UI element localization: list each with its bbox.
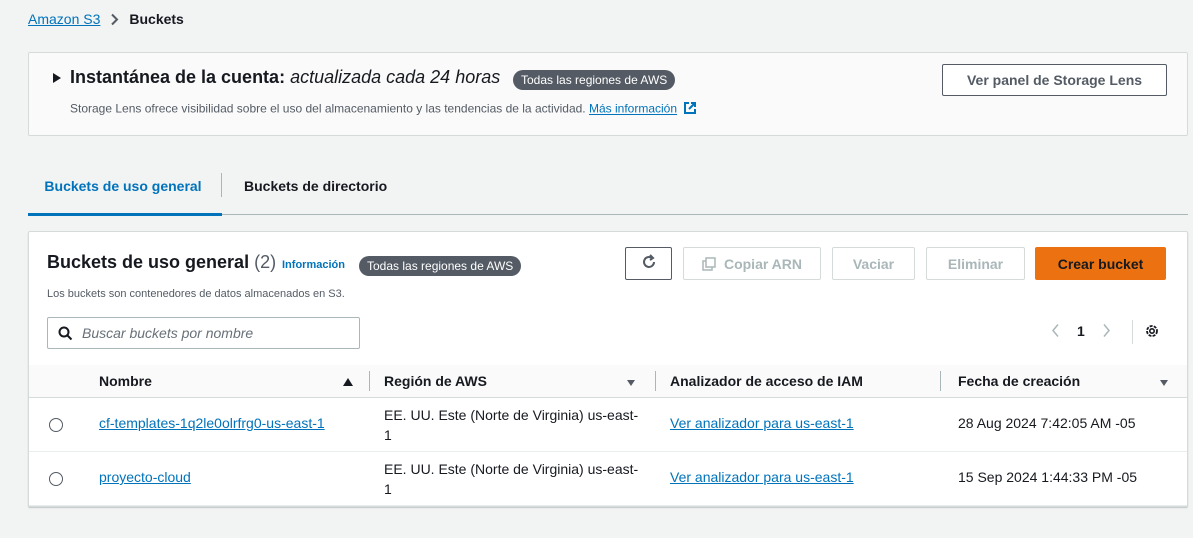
column-divider [940, 371, 941, 391]
bucket-region: EE. UU. Este (Norte de Virginia) us-east… [384, 407, 639, 443]
expand-caret-icon[interactable] [53, 73, 61, 83]
copy-arn-button[interactable]: Copiar ARN [683, 247, 821, 280]
panel-title-text: Buckets de uso general [47, 252, 250, 272]
snapshot-update-frequency: actualizada cada 24 horas [290, 67, 501, 87]
copy-arn-label: Copiar ARN [723, 255, 803, 272]
bucket-type-tabs: Buckets de uso general Buckets de direct… [28, 170, 1188, 216]
breadcrumb-current: Buckets [129, 11, 184, 27]
row-select-radio[interactable] [49, 418, 63, 432]
bucket-name-link[interactable]: cf-templates-1q2le0olrfrg0-us-east-1 [99, 415, 325, 431]
account-snapshot-panel: Instantánea de la cuenta: actualizada ca… [28, 52, 1188, 136]
column-divider [369, 371, 370, 391]
sort-descending-icon[interactable] [1160, 380, 1168, 386]
tab-directory-buckets[interactable]: Buckets de directorio [244, 170, 387, 214]
iam-analyzer-link[interactable]: Ver analizador para us-east-1 [670, 415, 854, 431]
external-link-icon [683, 101, 697, 118]
panel-description: Los buckets son contenedores de datos al… [47, 288, 345, 300]
tab-general-purpose-buckets[interactable]: Buckets de uso general [28, 170, 222, 216]
table-header: Nombre Región de AWS Analizador de acces… [29, 365, 1187, 398]
column-header-region[interactable]: Región de AWS [384, 373, 487, 389]
tab-divider [221, 173, 222, 197]
panel-all-regions-badge: Todas las regiones de AWS [359, 256, 522, 276]
column-header-name[interactable]: Nombre [99, 373, 152, 389]
sort-ascending-icon[interactable] [343, 378, 353, 386]
buckets-panel: Buckets de uso general (2) Información T… [28, 231, 1188, 507]
column-divider [655, 371, 656, 391]
snapshot-title-text: Instantánea de la cuenta: [70, 67, 286, 87]
row-select-radio[interactable] [49, 472, 63, 486]
iam-analyzer-link[interactable]: Ver analizador para us-east-1 [670, 469, 854, 485]
create-bucket-button[interactable]: Crear bucket [1035, 247, 1166, 280]
pager-divider [1132, 320, 1133, 344]
info-link[interactable]: Información [282, 259, 345, 271]
column-header-iam-analyzer[interactable]: Analizador de acceso de IAM [670, 373, 863, 389]
creation-date: 15 Sep 2024 1:44:33 PM -05 [958, 469, 1138, 485]
refresh-button[interactable] [625, 247, 672, 280]
snapshot-description: Storage Lens ofrece visibilidad sobre el… [70, 101, 697, 118]
gear-icon[interactable] [1144, 323, 1160, 342]
chevron-right-icon [110, 13, 119, 26]
snapshot-description-text: Storage Lens ofrece visibilidad sobre el… [70, 101, 586, 116]
table-row: cf-templates-1q2le0olrfrg0-us-east-1 EE.… [29, 398, 1187, 452]
bucket-count: (2) [254, 252, 277, 272]
copy-icon [702, 256, 716, 271]
delete-bucket-button[interactable]: Eliminar [926, 247, 1025, 280]
sort-descending-icon[interactable] [627, 380, 635, 386]
refresh-icon [641, 254, 657, 273]
all-regions-badge: Todas las regiones de AWS [513, 70, 676, 90]
panel-title: Buckets de uso general (2) [47, 252, 276, 273]
previous-page-icon[interactable] [1051, 323, 1060, 338]
bucket-name-link[interactable]: proyecto-cloud [99, 469, 191, 485]
bucket-region: EE. UU. Este (Norte de Virginia) us-east… [384, 461, 639, 497]
column-header-creation-date[interactable]: Fecha de creación [958, 373, 1080, 389]
search-icon [58, 326, 73, 344]
current-page-number[interactable]: 1 [1077, 323, 1085, 339]
creation-date: 28 Aug 2024 7:42:05 AM -05 [958, 415, 1136, 431]
more-info-link[interactable]: Más información [589, 102, 677, 116]
snapshot-title[interactable]: Instantánea de la cuenta: actualizada ca… [70, 67, 500, 88]
storage-lens-dashboard-button[interactable]: Ver panel de Storage Lens [942, 64, 1167, 96]
search-field[interactable] [47, 317, 360, 349]
search-input[interactable] [82, 323, 352, 343]
empty-bucket-button[interactable]: Vaciar [832, 247, 915, 280]
next-page-icon[interactable] [1102, 323, 1111, 338]
breadcrumb: Amazon S3 Buckets [28, 11, 184, 27]
breadcrumb-amazon-s3-link[interactable]: Amazon S3 [28, 11, 100, 27]
table-row: proyecto-cloud EE. UU. Este (Norte de Vi… [29, 452, 1187, 506]
